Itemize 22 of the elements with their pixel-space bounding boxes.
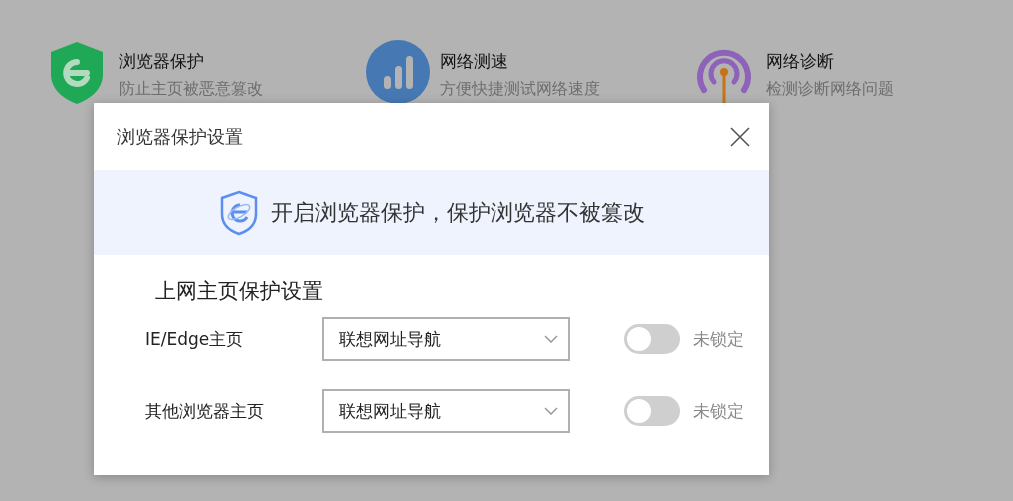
lock-toggle[interactable] xyxy=(624,324,680,354)
homepage-dropdown[interactable]: 联想网址导航 xyxy=(322,389,570,433)
feature-subtitle: 防止主页被恶意篡改 xyxy=(119,79,263,100)
shield-icon xyxy=(218,189,259,236)
feature-subtitle: 检测诊断网络问题 xyxy=(766,79,895,100)
feature-title: 网络诊断 xyxy=(766,50,836,73)
feature-title: 网络测速 xyxy=(439,50,509,73)
lock-toggle[interactable] xyxy=(624,396,680,426)
caret-icon xyxy=(544,407,558,415)
setting-label: IE/Edge主页 xyxy=(145,327,245,351)
dialog-title: 浏览器保护设置 xyxy=(117,124,243,149)
section-title: 上网主页保护设置 xyxy=(155,278,324,305)
lock-status: 未锁定 xyxy=(693,327,744,351)
feature-subtitle: 方便快捷测试网络速度 xyxy=(439,79,600,100)
banner-text: 开启浏览器保护，保护浏览器不被篡改 xyxy=(270,198,645,227)
homepage-dropdown[interactable]: 联想网址导航 xyxy=(322,317,570,361)
close-icon[interactable] xyxy=(730,126,750,147)
caret-icon xyxy=(544,335,558,343)
feature-title: 浏览器保护 xyxy=(119,50,205,73)
setting-label: 其他浏览器主页 xyxy=(145,399,265,423)
lock-status: 未锁定 xyxy=(693,399,744,423)
bar-chart-icon xyxy=(365,40,430,104)
